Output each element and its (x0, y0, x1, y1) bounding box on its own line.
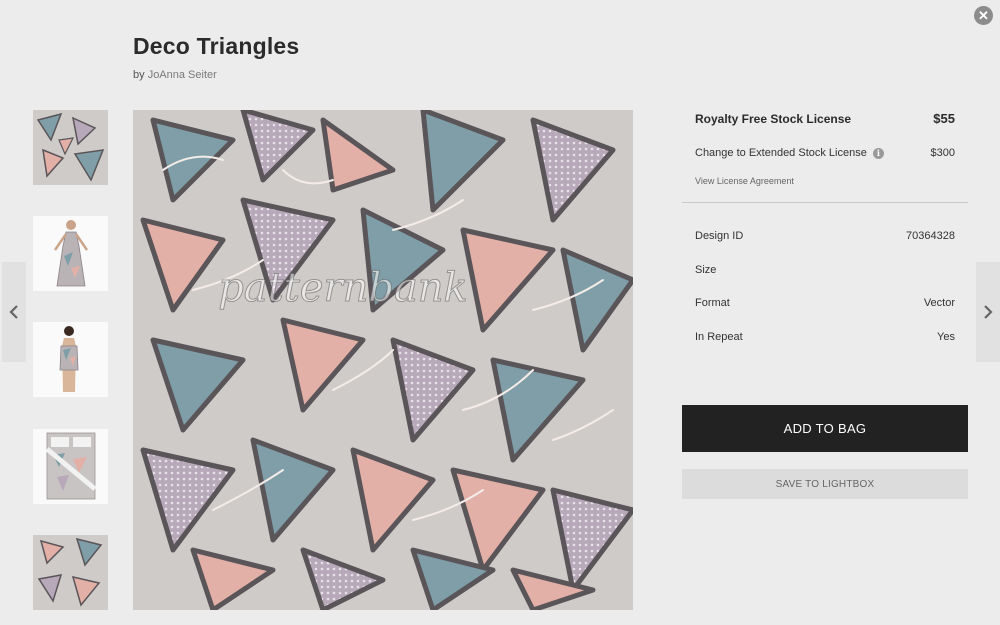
detail-label: In Repeat (695, 331, 743, 343)
thumbnail-swimsuit[interactable] (33, 322, 108, 397)
thumbnail-pattern-alt[interactable] (33, 535, 108, 610)
standard-license-price: $55 (933, 111, 955, 126)
by-label: by (133, 69, 145, 81)
detail-label: Format (695, 297, 730, 309)
detail-label: Design ID (695, 230, 744, 242)
detail-value: Vector (923, 297, 955, 309)
prev-design-button[interactable] (2, 262, 26, 362)
main-pattern-image[interactable]: patternbank (133, 110, 633, 610)
thumbnail-dress[interactable] (33, 216, 108, 291)
extended-license-price: $300 (930, 147, 955, 159)
view-license-agreement-link[interactable]: View License Agreement (695, 176, 794, 186)
byline: by JoAnna Seiter (133, 69, 217, 81)
bedding-mockup-image (33, 429, 108, 504)
swimsuit-mockup-image (33, 322, 108, 397)
author-link[interactable]: JoAnna Seiter (148, 69, 217, 81)
detail-row-in-repeat: In Repeat Yes (695, 331, 955, 343)
page-title: Deco Triangles (133, 33, 300, 59)
add-to-bag-button[interactable]: ADD TO BAG (682, 405, 968, 452)
detail-value: 70364328 (906, 230, 955, 242)
dress-mockup-image (33, 216, 108, 291)
pattern-swatch-image (33, 110, 108, 185)
standard-license-label: Royalty Free Stock License (695, 111, 852, 126)
thumbnail-pattern[interactable] (33, 110, 108, 185)
close-icon[interactable]: ✕ (974, 6, 993, 25)
extended-license-label: Change to Extended Stock License (695, 147, 867, 159)
detail-row-design-id: Design ID 70364328 (695, 230, 955, 242)
save-to-lightbox-button[interactable]: SAVE TO LIGHTBOX (682, 469, 968, 499)
standard-license-row[interactable]: Royalty Free Stock License $55 (695, 111, 955, 126)
product-modal: ✕ Deco Triangles by JoAnna Seiter patter… (0, 0, 1000, 625)
pattern-swatch-image (33, 535, 108, 610)
chevron-left-icon (9, 305, 18, 319)
detail-value: Yes (937, 331, 955, 343)
detail-label: Size (695, 264, 717, 276)
detail-row-size: Size (695, 264, 955, 276)
divider (682, 202, 968, 203)
deco-triangles-pattern (133, 110, 633, 610)
chevron-right-icon (984, 305, 993, 319)
extended-license-row[interactable]: Change to Extended Stock License i $300 (695, 147, 955, 159)
next-design-button[interactable] (976, 262, 1000, 362)
extended-license-toggle[interactable]: Change to Extended Stock License i (695, 147, 884, 159)
thumbnail-bedding[interactable] (33, 429, 108, 504)
detail-row-format: Format Vector (695, 297, 955, 309)
info-icon[interactable]: i (872, 147, 884, 159)
